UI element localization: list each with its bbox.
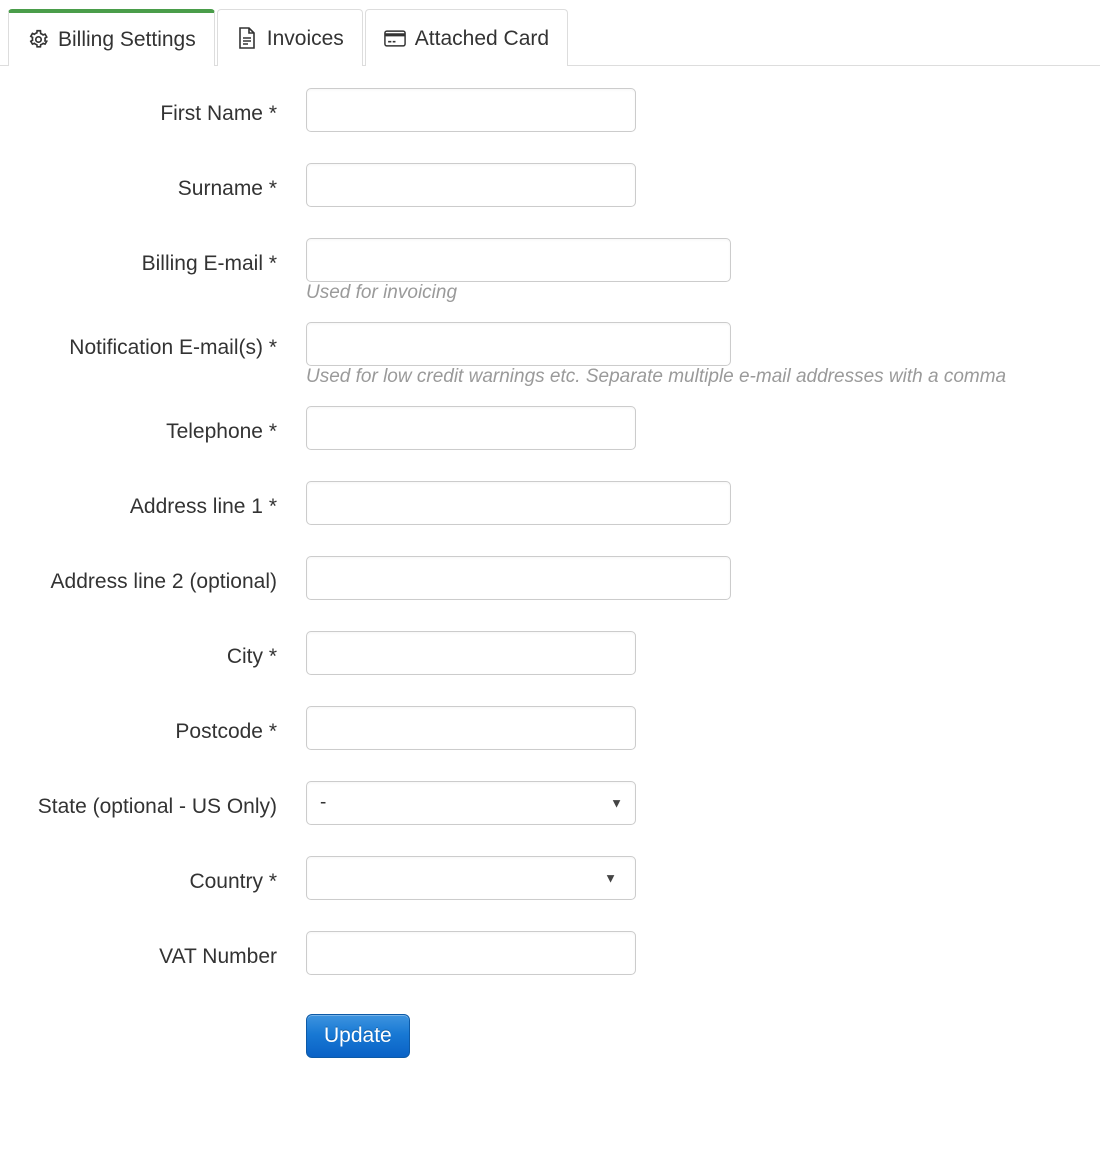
field-label: First Name * [160,102,277,125]
field-label: Address line 2 (optional) [50,570,277,593]
field-label: VAT Number [159,945,277,968]
tab-attached-card[interactable]: Attached Card [364,9,569,66]
form-row-surname: Surname * [0,163,1100,238]
credit-card-icon [383,27,406,49]
state-select-value: - [320,792,327,813]
form-row-billing-email: Billing E-mail * [0,238,1100,282]
field-label: Notification E-mail(s) * [69,336,277,359]
form-row-notification-emails: Notification E-mail(s) * [0,322,1100,366]
form-row-address-line-2: Address line 2 (optional) [0,556,1100,631]
form-row-submit: Update [0,1014,1100,1058]
field-label: Postcode * [175,720,277,743]
form-row-first-name: First Name * [0,88,1100,163]
tab-invoices[interactable]: Invoices [216,9,363,66]
tab-bar: Billing Settings Invoices Attached Card [0,0,1100,66]
telephone-input[interactable] [306,406,636,450]
update-button[interactable]: Update [306,1014,410,1058]
address-line-1-input[interactable] [306,481,731,525]
tab-billing-settings[interactable]: Billing Settings [8,9,215,66]
field-label: Telephone * [166,420,277,443]
field-label: Surname * [177,177,277,200]
field-label: Billing E-mail * [141,252,277,275]
tab-label: Invoices [266,26,344,50]
field-label: State (optional - US Only) [37,795,277,818]
city-input[interactable] [306,631,636,675]
notification-emails-input[interactable] [306,322,731,366]
tab-label: Billing Settings [58,28,196,51]
field-label: Address line 1 * [129,495,277,518]
first-name-input[interactable] [306,88,636,132]
help-row-notification-emails: Used for low credit warnings etc. Separa… [0,364,1100,406]
form-row-postcode: Postcode * [0,706,1100,781]
state-select[interactable]: - ▼ [306,781,636,825]
notification-emails-help-text: Used for low credit warnings etc. Separa… [306,366,1007,387]
form-row-address-line-1: Address line 1 * [0,481,1100,556]
field-label: Country * [189,870,277,893]
vat-number-input[interactable] [306,931,636,975]
gear-icon [27,29,49,51]
surname-input[interactable] [306,163,636,207]
form-row-telephone: Telephone * [0,406,1100,481]
tab-label: Attached Card [414,26,550,50]
chevron-down-icon: ▼ [610,795,623,811]
document-icon [236,27,258,49]
postcode-input[interactable] [306,706,636,750]
chevron-down-icon: ▼ [604,870,617,886]
billing-email-input[interactable] [306,238,731,282]
form-row-country: Country * ▼ [0,856,1100,931]
field-label: City * [226,645,277,668]
country-select[interactable]: ▼ [306,856,636,900]
address-line-2-input[interactable] [306,556,731,600]
billing-email-help-text: Used for invoicing [306,282,458,303]
form-row-vat-number: VAT Number [0,931,1100,1006]
help-row-billing-email: Used for invoicing [0,280,1100,322]
form-row-state: State (optional - US Only) - ▼ [0,781,1100,856]
form-row-city: City * [0,631,1100,706]
billing-settings-form: First Name * Surname * Billing E-mail * … [0,66,1100,1058]
